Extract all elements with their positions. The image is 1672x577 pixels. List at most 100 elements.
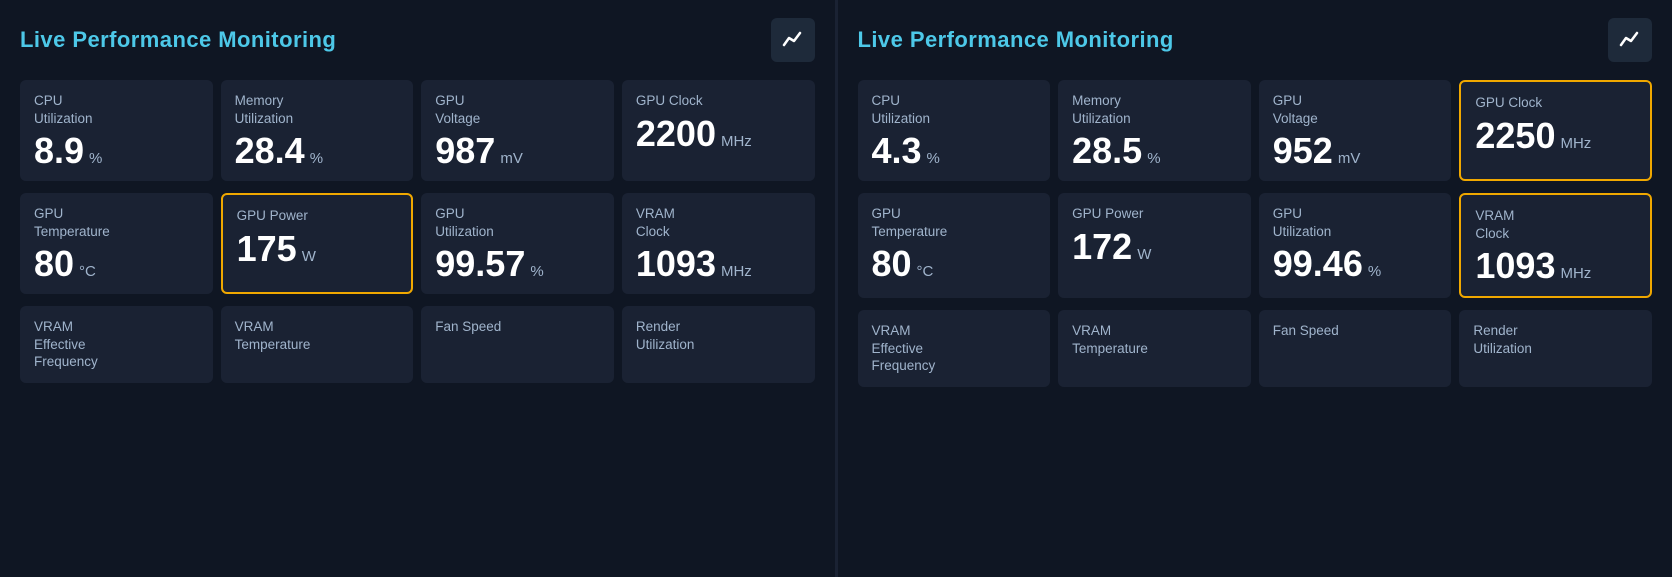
- metric-card-vram-temp-2: VRAM Temperature: [1058, 310, 1251, 387]
- metric-value-row-vram-clock-1: 1093 MHz: [636, 246, 801, 282]
- chart-icon-button[interactable]: [771, 18, 815, 62]
- metric-label-vram-eff-1: VRAM Effective Frequency: [34, 318, 199, 371]
- metric-value-gpu-temp-1: 80: [34, 246, 74, 282]
- metric-unit-cpu-util-2: %: [927, 150, 940, 167]
- metric-value-row-gpu-temp-2: 80 °C: [872, 246, 1037, 282]
- metric-card-gpu-power-1: GPU Power 175 W: [221, 193, 414, 294]
- metric-label-cpu-util-1: CPU Utilization: [34, 92, 199, 127]
- metric-value-gpu-power-1: 175: [237, 231, 297, 267]
- metrics-row-1: CPU Utilization 8.9% Memory Utilization 28.…: [20, 80, 815, 181]
- metric-card-cpu-util-1: CPU Utilization 8.9%: [20, 80, 213, 181]
- chart-icon-button[interactable]: [1608, 18, 1652, 62]
- metric-value-row-gpu-power-2: 172 W: [1072, 229, 1237, 265]
- metric-value-cpu-util-2: 4.3: [872, 133, 922, 169]
- metric-label-gpu-clock-1: GPU Clock: [636, 92, 801, 110]
- metrics-row-3: VRAM Effective Frequency VRAM Temperature…: [858, 310, 1653, 387]
- metric-label-vram-temp-2: VRAM Temperature: [1072, 322, 1237, 357]
- metric-value-row-cpu-util-1: 8.9%: [34, 133, 199, 169]
- metric-label-cpu-util-2: CPU Utilization: [872, 92, 1037, 127]
- metric-card-cpu-util-2: CPU Utilization 4.3%: [858, 80, 1051, 181]
- metric-label-gpu-clock-2: GPU Clock: [1475, 94, 1636, 112]
- metric-unit-mem-util-1: %: [310, 150, 323, 167]
- metrics-row-1: CPU Utilization 4.3% Memory Utilization 28.…: [858, 80, 1653, 181]
- metric-label-vram-clock-2: VRAM Clock: [1475, 207, 1636, 242]
- metric-label-render-util-2: Render Utilization: [1473, 322, 1638, 357]
- metric-value-gpu-volt-1: 987: [435, 133, 495, 169]
- metric-label-vram-clock-1: VRAM Clock: [636, 205, 801, 240]
- metric-unit-gpu-power-2: W: [1137, 246, 1151, 263]
- metric-unit-gpu-temp-1: °C: [79, 263, 96, 280]
- metric-unit-gpu-power-1: W: [302, 248, 316, 265]
- metric-label-mem-util-2: Memory Utilization: [1072, 92, 1237, 127]
- metric-unit-cpu-util-1: %: [89, 150, 102, 167]
- metric-label-gpu-power-1: GPU Power: [237, 207, 398, 225]
- metric-label-render-util-1: Render Utilization: [636, 318, 801, 353]
- metric-card-vram-clock-1: VRAM Clock 1093 MHz: [622, 193, 815, 294]
- metric-value-gpu-temp-2: 80: [872, 246, 912, 282]
- metric-value-mem-util-1: 28.4: [235, 133, 305, 169]
- metric-card-vram-clock-2: VRAM Clock 1093 MHz: [1459, 193, 1652, 298]
- metric-value-gpu-util-2: 99.46: [1273, 246, 1363, 282]
- metric-value-row-vram-clock-2: 1093 MHz: [1475, 248, 1636, 284]
- metric-card-gpu-util-1: GPU Utilization 99.57%: [421, 193, 614, 294]
- metric-card-vram-eff-2: VRAM Effective Frequency: [858, 310, 1051, 387]
- metric-label-mem-util-1: Memory Utilization: [235, 92, 400, 127]
- metrics-row-3: VRAM Effective Frequency VRAM Temperature…: [20, 306, 815, 383]
- metric-label-gpu-util-1: GPU Utilization: [435, 205, 600, 240]
- metric-value-gpu-power-2: 172: [1072, 229, 1132, 265]
- panel-right: Live Performance Monitoring CPU Utilizat…: [838, 0, 1672, 577]
- metric-label-gpu-power-2: GPU Power: [1072, 205, 1237, 223]
- metric-card-mem-util-2: Memory Utilization 28.5%: [1058, 80, 1251, 181]
- metrics-row-2: GPU Temperature 80 °C GPU Power 172 W GPU Util…: [858, 193, 1653, 298]
- metric-card-gpu-volt-1: GPU Voltage987mV: [421, 80, 614, 181]
- metric-unit-vram-clock-1: MHz: [721, 263, 752, 280]
- metric-value-row-gpu-clock-2: 2250 MHz: [1475, 118, 1636, 154]
- metric-unit-mem-util-2: %: [1147, 150, 1160, 167]
- metric-value-gpu-volt-2: 952: [1273, 133, 1333, 169]
- chart-line-icon: [1618, 28, 1642, 52]
- metric-card-gpu-temp-2: GPU Temperature 80 °C: [858, 193, 1051, 298]
- metric-label-gpu-temp-2: GPU Temperature: [872, 205, 1037, 240]
- metric-value-row-gpu-clock-1: 2200 MHz: [636, 116, 801, 152]
- metric-value-gpu-clock-2: 2250: [1475, 118, 1555, 154]
- panel-title: Live Performance Monitoring: [20, 27, 336, 53]
- metric-value-row-gpu-temp-1: 80 °C: [34, 246, 199, 282]
- metric-unit-vram-clock-2: MHz: [1560, 265, 1591, 282]
- metric-label-vram-temp-1: VRAM Temperature: [235, 318, 400, 353]
- metric-value-row-gpu-util-2: 99.46%: [1273, 246, 1438, 282]
- metric-card-fan-speed-2: Fan Speed: [1259, 310, 1452, 387]
- metric-value-row-gpu-power-1: 175 W: [237, 231, 398, 267]
- metric-value-row-gpu-util-1: 99.57%: [435, 246, 600, 282]
- metric-value-gpu-clock-1: 2200: [636, 116, 716, 152]
- metric-card-gpu-util-2: GPU Utilization 99.46%: [1259, 193, 1452, 298]
- metric-value-vram-clock-2: 1093: [1475, 248, 1555, 284]
- metric-unit-gpu-volt-2: mV: [1338, 150, 1361, 167]
- metric-card-gpu-temp-1: GPU Temperature80°C: [20, 193, 213, 294]
- metric-value-vram-clock-1: 1093: [636, 246, 716, 282]
- metric-card-gpu-volt-2: GPU Voltage 952 mV: [1259, 80, 1452, 181]
- metric-card-render-util-2: Render Utilization: [1459, 310, 1652, 387]
- panel-header: Live Performance Monitoring: [20, 18, 815, 62]
- metric-unit-gpu-util-1: %: [530, 263, 543, 280]
- metric-label-fan-speed-2: Fan Speed: [1273, 322, 1438, 340]
- metric-label-gpu-util-2: GPU Utilization: [1273, 205, 1438, 240]
- metric-value-row-mem-util-2: 28.5%: [1072, 133, 1237, 169]
- metric-card-gpu-clock-1: GPU Clock 2200 MHz: [622, 80, 815, 181]
- metric-value-row-mem-util-1: 28.4%: [235, 133, 400, 169]
- metric-value-row-gpu-volt-2: 952 mV: [1273, 133, 1438, 169]
- metric-value-row-cpu-util-2: 4.3%: [872, 133, 1037, 169]
- metric-value-row-gpu-volt-1: 987mV: [435, 133, 600, 169]
- metric-unit-gpu-clock-2: MHz: [1560, 135, 1591, 152]
- panel-header: Live Performance Monitoring: [858, 18, 1653, 62]
- metric-unit-gpu-clock-1: MHz: [721, 133, 752, 150]
- metric-card-render-util-1: Render Utilization: [622, 306, 815, 383]
- metrics-row-2: GPU Temperature80°CGPU Power175WGPU Util…: [20, 193, 815, 294]
- metric-label-gpu-volt-2: GPU Voltage: [1273, 92, 1438, 127]
- metric-unit-gpu-util-2: %: [1368, 263, 1381, 280]
- chart-line-icon: [781, 28, 805, 52]
- metric-value-cpu-util-1: 8.9: [34, 133, 84, 169]
- metric-card-vram-eff-1: VRAM Effective Frequency: [20, 306, 213, 383]
- metric-unit-gpu-temp-2: °C: [917, 263, 934, 280]
- panel-title: Live Performance Monitoring: [858, 27, 1174, 53]
- metric-card-mem-util-1: Memory Utilization 28.4%: [221, 80, 414, 181]
